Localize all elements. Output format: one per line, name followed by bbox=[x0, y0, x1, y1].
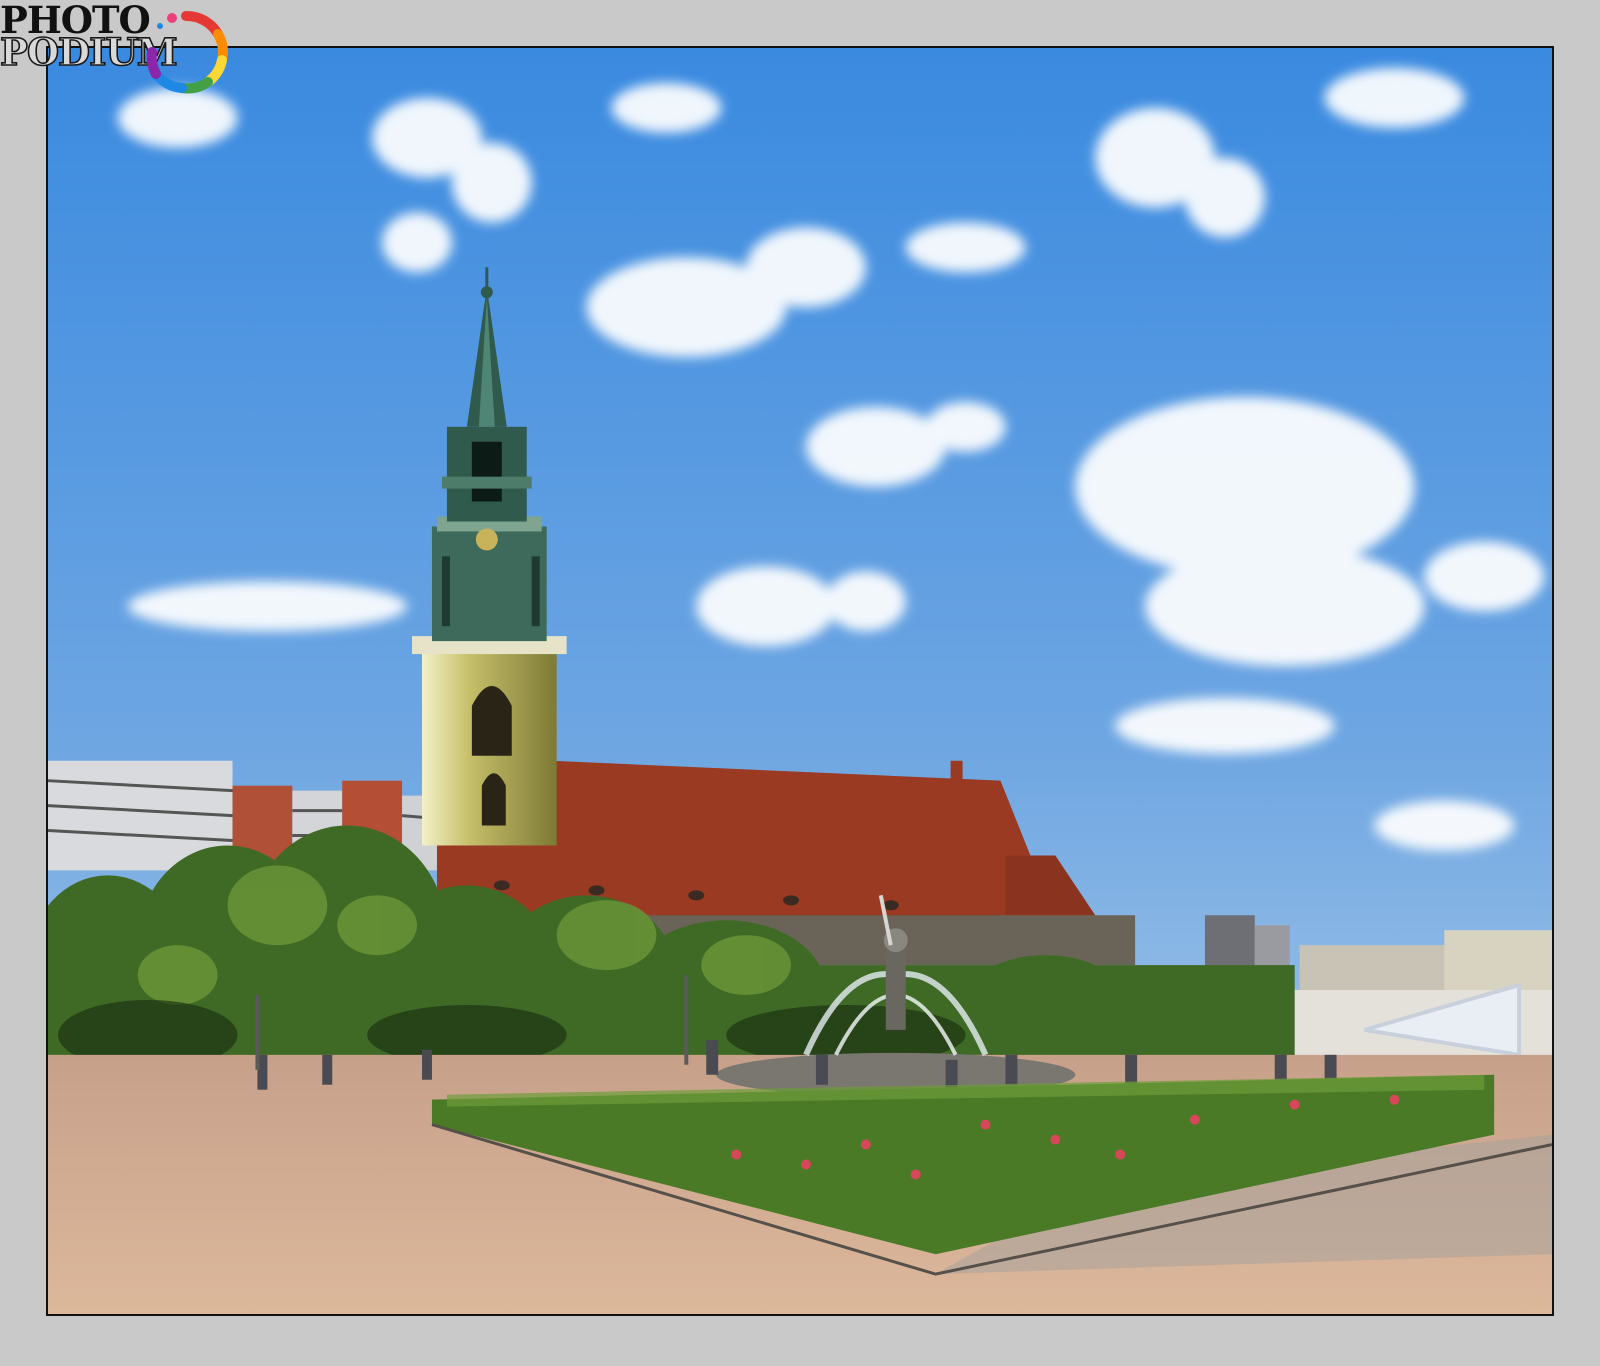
photo-frame bbox=[46, 46, 1554, 1316]
photopodium-logo[interactable]: PHOTO PODIUM bbox=[0, 0, 240, 100]
berlin-church-scene bbox=[48, 48, 1552, 1314]
rainbow-ring-icon bbox=[146, 11, 228, 94]
